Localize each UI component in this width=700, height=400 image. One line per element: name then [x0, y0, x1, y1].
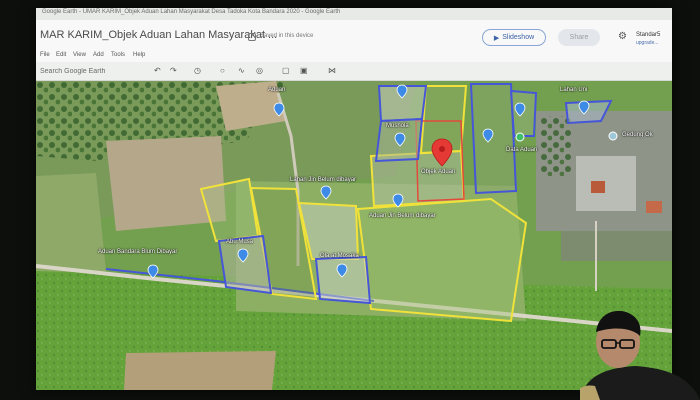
cloud-save-icon — [248, 33, 256, 41]
presentation-screen: Google Earth - UMAR KARIM_Objek Aduan La… — [36, 8, 672, 390]
menu-bar: File Edit View Add Tools Help — [36, 52, 672, 62]
history-icon[interactable]: ◷ — [194, 65, 201, 77]
toolbar: ↶ ↷ ◷ ○ ∿ ◎ ▢ ▣ ⋈ — [36, 62, 672, 81]
menu-help[interactable]: Help — [133, 52, 145, 58]
path-icon[interactable]: ∿ — [238, 65, 245, 77]
building-red-roof — [646, 201, 662, 213]
map-label[interactable]: Ola at Mosaka — [320, 253, 359, 259]
share-label: Share — [569, 34, 589, 41]
building-red-roof — [591, 181, 605, 193]
ruler-icon[interactable]: ⋈ — [328, 65, 336, 77]
play-icon: ▶ — [493, 34, 500, 42]
rectangle-icon[interactable]: ▢ — [282, 65, 290, 77]
presenter-person — [580, 310, 700, 400]
terrain-trees-east — [541, 116, 571, 176]
map-label[interactable]: Data Aduan — [506, 147, 537, 153]
browser-tab-title: Google Earth - UMAR KARIM_Objek Aduan La… — [42, 9, 341, 15]
save-status: Saved in this device — [260, 33, 314, 39]
building-roof — [576, 156, 636, 211]
parcel-blue[interactable] — [469, 83, 518, 195]
map-label[interactable]: Aduan — [268, 87, 285, 93]
user-name[interactable]: Standar5 — [636, 32, 660, 38]
terrain-field-west — [36, 173, 106, 276]
gear-icon[interactable]: ⚙ — [618, 32, 627, 42]
share-button[interactable]: Share — [558, 29, 600, 46]
satellite-map[interactable]: Aduan Mushola Lahan Uni Lahan Jin Belum … — [36, 81, 672, 390]
map-label[interactable]: Mushola — [386, 123, 409, 129]
map-label[interactable]: Gedung Ok — [622, 132, 653, 138]
image-icon[interactable]: ▣ — [300, 65, 308, 77]
map-marker[interactable] — [608, 131, 618, 141]
terrain-east-strip — [561, 231, 672, 261]
menu-tools[interactable]: Tools — [111, 52, 125, 58]
project-title[interactable]: MAR KARIM_Objek Aduan Lahan Masyarakat .… — [40, 29, 277, 41]
browser-title-strip: Google Earth - UMAR KARIM_Objek Aduan La… — [36, 8, 672, 20]
app-header: MAR KARIM_Objek Aduan Lahan Masyarakat .… — [36, 20, 672, 52]
map-label[interactable]: Objek Aduan — [421, 169, 455, 175]
parcel-blue[interactable] — [509, 89, 538, 137]
map-label[interactable]: Aduan Bandara Blum Dibayar — [98, 249, 177, 255]
menu-file[interactable]: File — [40, 52, 50, 58]
user-email: upgrade... — [636, 40, 659, 46]
pin-icon[interactable]: ○ — [220, 65, 225, 77]
map-label[interactable]: Lahan Jin Belum dibayar — [290, 177, 356, 183]
slideshow-label: Slideshow — [502, 34, 535, 41]
menu-edit[interactable]: Edit — [56, 52, 66, 58]
slideshow-button[interactable]: ▶ Slideshow — [482, 29, 546, 46]
map-canvas — [36, 81, 672, 390]
undo-icon[interactable]: ↶ — [154, 65, 161, 77]
redo-icon[interactable]: ↷ — [170, 65, 177, 77]
map-label[interactable]: Aduan Jin Belum dibayar — [369, 213, 436, 219]
map-marker[interactable] — [515, 132, 525, 142]
search-input[interactable] — [40, 65, 140, 77]
menu-view[interactable]: View — [73, 52, 86, 58]
map-label[interactable]: Abu Musa — [226, 239, 253, 245]
terrain-bare-south — [124, 351, 276, 390]
menu-add[interactable]: Add — [93, 52, 104, 58]
map-label[interactable]: Lahan Uni — [560, 87, 587, 93]
location-icon[interactable]: ◎ — [256, 65, 263, 77]
